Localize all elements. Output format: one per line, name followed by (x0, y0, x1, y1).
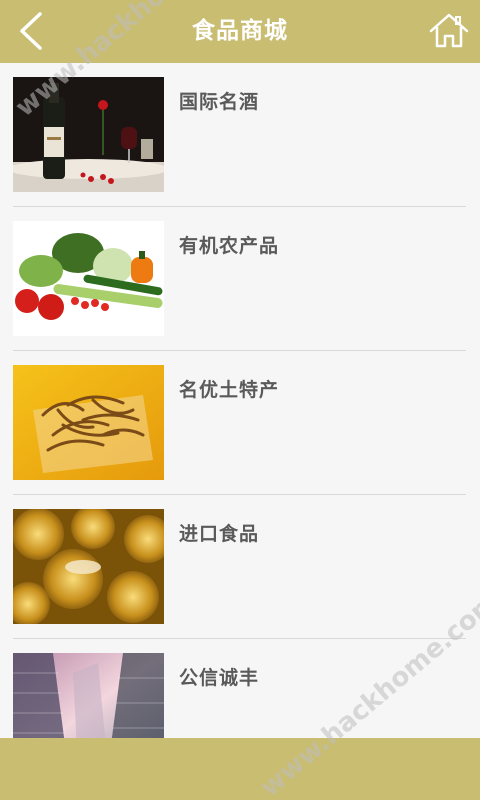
vegetables-image (13, 221, 164, 336)
item-label: 国际名酒 (179, 91, 260, 113)
buildings-image (13, 653, 164, 738)
category-list: 国际名酒 有机农产品 名优土特产 进口食品 公信诚丰 (0, 63, 480, 738)
list-item-specialty[interactable]: 名优土特产 (0, 351, 480, 495)
cordyceps-image (13, 365, 164, 480)
chocolates-image (13, 509, 164, 624)
item-label: 进口食品 (179, 523, 260, 545)
list-item-wine[interactable]: 国际名酒 (0, 63, 480, 207)
wine-image (13, 77, 164, 192)
list-item-vegetables[interactable]: 有机农产品 (0, 207, 480, 351)
bottom-bar (0, 738, 480, 800)
item-label: 有机农产品 (179, 235, 280, 257)
list-item-imported[interactable]: 进口食品 (0, 495, 480, 639)
list-item-company[interactable]: 公信诚丰 (0, 639, 480, 738)
home-icon (429, 13, 469, 48)
page-title: 食品商城 (192, 18, 288, 44)
item-label: 名优土特产 (179, 379, 280, 401)
item-label: 公信诚丰 (179, 667, 260, 689)
home-button[interactable] (428, 12, 470, 50)
top-bar: 食品商城 (0, 0, 480, 63)
